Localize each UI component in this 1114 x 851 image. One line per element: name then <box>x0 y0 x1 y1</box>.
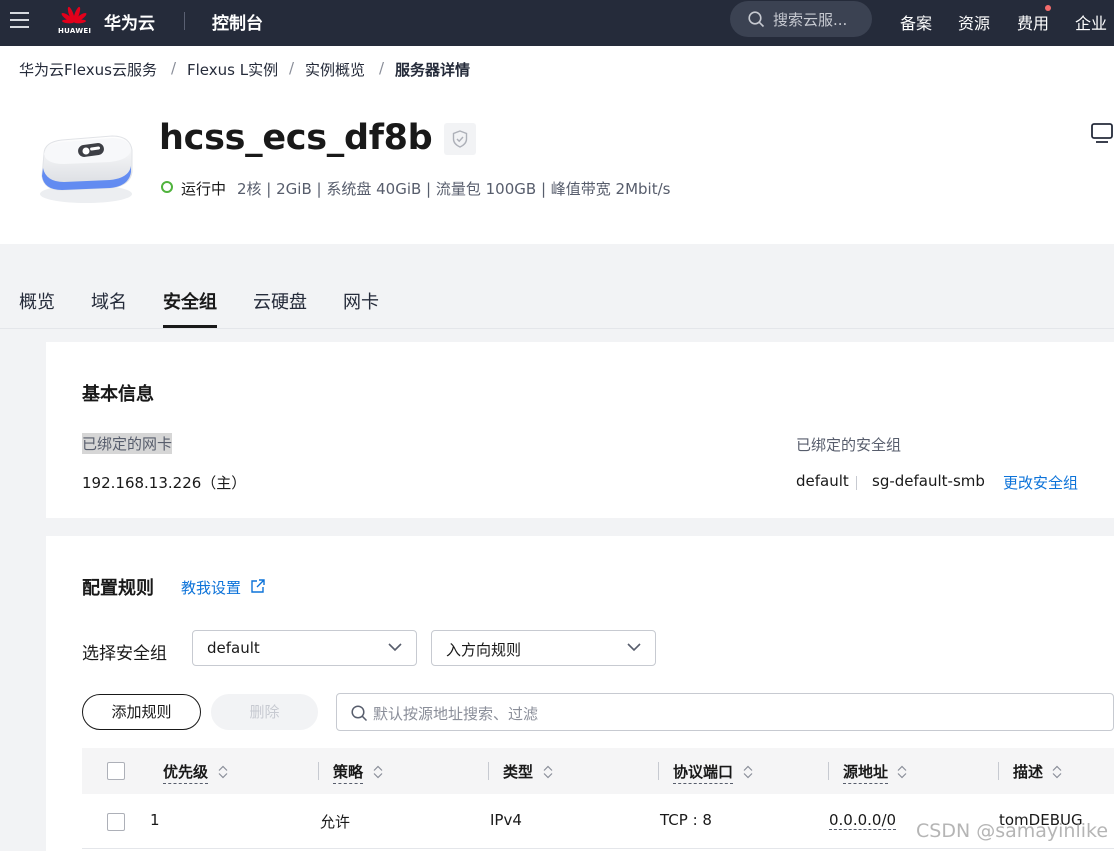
delete-button[interactable]: 删除 <box>211 694 318 730</box>
search-icon <box>351 705 368 722</box>
instance-header: hcss_ecs_df8b 运行中 2核 | 2GiB | 系统盘 40GiB … <box>0 96 1114 244</box>
select-sg-label: 选择安全组 <box>82 644 167 664</box>
nic-value: 192.168.13.226（主） <box>82 474 247 492</box>
nav-link-billing[interactable]: 费用 <box>1017 10 1049 34</box>
search-icon <box>748 11 765 28</box>
column-divider <box>318 762 319 780</box>
sort-icon[interactable] <box>373 765 383 779</box>
divider <box>856 476 857 490</box>
active-tab-indicator <box>163 325 217 328</box>
tab-overview[interactable]: 概览 <box>19 288 55 314</box>
logo-wordmark: HUAWEI <box>58 27 92 35</box>
column-header-source[interactable]: 源地址 <box>843 761 889 784</box>
table-header: 优先级 策略 类型 协议端口 源地址 描述 <box>82 748 1114 794</box>
column-divider <box>998 762 999 780</box>
column-header-description[interactable]: 描述 <box>1013 761 1043 783</box>
breadcrumb-separator: / <box>289 59 295 77</box>
security-group-select-value: default <box>207 639 260 657</box>
sg-value: sg-default-smb <box>872 472 985 490</box>
rules-heading: 配置规则 <box>82 578 154 599</box>
breadcrumb-current: 服务器详情 <box>395 61 471 79</box>
instance-specs: 2核 | 2GiB | 系统盘 40GiB | 流量包 100GB | 峰值带宽… <box>237 180 671 198</box>
sort-icon[interactable] <box>543 765 553 779</box>
cell-priority: 1 <box>150 811 160 829</box>
breadcrumb-item[interactable]: Flexus L实例 <box>187 59 278 80</box>
column-divider <box>488 762 489 780</box>
breadcrumb-separator: / <box>379 59 385 77</box>
sort-icon[interactable] <box>897 765 907 779</box>
security-group-select[interactable]: default <box>192 630 417 666</box>
column-header-policy[interactable]: 策略 <box>333 761 364 784</box>
external-link-icon[interactable] <box>250 578 266 594</box>
remote-login-icon[interactable] <box>1090 122 1114 146</box>
security-badge[interactable] <box>444 123 476 155</box>
chevron-down-icon <box>388 643 402 652</box>
change-security-group-link[interactable]: 更改安全组 <box>1003 472 1078 493</box>
status-running-icon <box>161 181 173 193</box>
tab-domain[interactable]: 域名 <box>91 288 127 314</box>
direction-select[interactable]: 入方向规则 <box>431 630 656 666</box>
column-header-type[interactable]: 类型 <box>503 761 533 783</box>
breadcrumb-separator: / <box>171 59 177 77</box>
instance-title: hcss_ecs_df8b <box>159 118 433 158</box>
add-rule-button[interactable]: 添加规则 <box>82 694 201 730</box>
column-header-priority[interactable]: 优先级 <box>163 761 209 784</box>
cell-source[interactable]: 0.0.0.0/0 <box>829 811 897 830</box>
column-header-protocol-port[interactable]: 协议端口 <box>673 761 734 784</box>
column-divider <box>658 762 659 780</box>
basic-info-card: 基本信息 已绑定的网卡 192.168.13.226（主） 已绑定的安全组 de… <box>46 342 1114 518</box>
basic-info-heading: 基本信息 <box>82 384 154 405</box>
server-device-icon <box>40 135 133 203</box>
row-checkbox[interactable] <box>107 813 125 831</box>
tab-cloud-disk[interactable]: 云硬盘 <box>253 288 307 314</box>
status-text: 运行中 <box>181 180 227 198</box>
search-placeholder: 默认按源地址搜索、过滤 <box>373 705 539 723</box>
breadcrumb-item[interactable]: 华为云Flexus云服务 <box>19 59 157 80</box>
select-all-checkbox[interactable] <box>107 762 125 780</box>
breadcrumb: 华为云Flexus云服务 / Flexus L实例 / 实例概览 / 服务器详情 <box>0 46 1114 96</box>
sort-icon[interactable] <box>743 765 753 779</box>
search-placeholder: 搜索云服... <box>773 11 848 29</box>
sg-label: 已绑定的安全组 <box>796 436 902 454</box>
nav-link-resources[interactable]: 资源 <box>958 10 990 34</box>
divider <box>184 12 185 30</box>
console-link[interactable]: 控制台 <box>212 9 263 34</box>
tab-nic[interactable]: 网卡 <box>343 288 379 314</box>
detail-tabs: 概览 域名 安全组 云硬盘 网卡 <box>0 244 1114 329</box>
nic-label: 已绑定的网卡 <box>82 433 173 454</box>
direction-select-value: 入方向规则 <box>446 641 522 659</box>
menu-icon[interactable] <box>10 12 29 28</box>
chevron-down-icon <box>627 643 641 652</box>
tab-security-group[interactable]: 安全组 <box>163 288 217 314</box>
cell-policy: 允许 <box>320 813 351 831</box>
top-nav-bar: HUAWEI 华为云 控制台 搜索云服... 备案 资源 费用 企业 <box>0 0 1114 46</box>
nav-link-enterprise[interactable]: 企业 <box>1075 10 1107 34</box>
global-search[interactable]: 搜索云服... <box>730 1 872 37</box>
sort-icon[interactable] <box>1052 765 1062 779</box>
huawei-logo[interactable] <box>56 3 92 41</box>
column-divider <box>828 762 829 780</box>
sort-icon[interactable] <box>218 765 228 779</box>
cell-protocol-port: TCP : 8 <box>660 811 712 829</box>
notification-dot <box>1045 5 1051 11</box>
tutorial-link[interactable]: 教我设置 <box>181 577 241 598</box>
sg-value: default <box>796 472 849 490</box>
brand-name[interactable]: 华为云 <box>104 9 155 34</box>
shield-icon <box>452 130 468 148</box>
nav-link-filing[interactable]: 备案 <box>900 10 932 34</box>
breadcrumb-item[interactable]: 实例概览 <box>305 59 365 80</box>
cell-type: IPv4 <box>490 811 522 829</box>
rules-card: 配置规则 教我设置 选择安全组 default 入方向规则 添加规则 删除 默认… <box>46 536 1114 851</box>
rule-search-input[interactable]: 默认按源地址搜索、过滤 <box>336 693 1114 731</box>
watermark: CSDN @samayinlike <box>916 820 1109 842</box>
